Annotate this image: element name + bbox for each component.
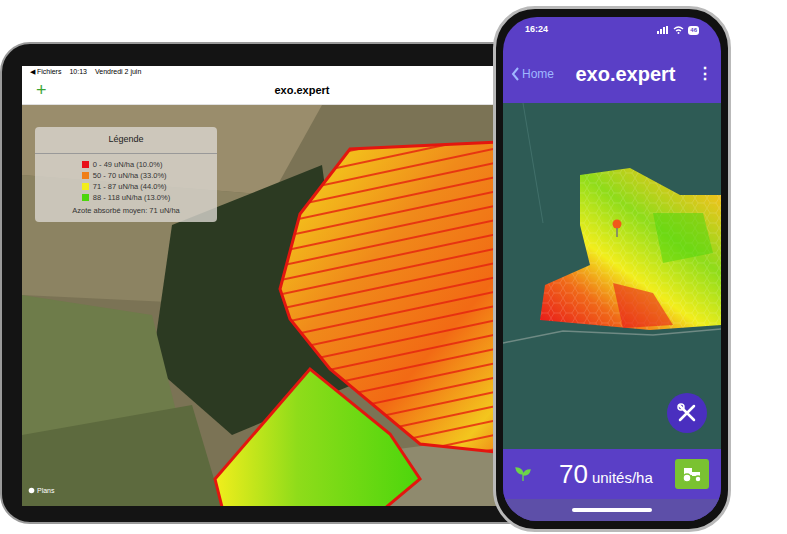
signal-icon	[657, 26, 669, 34]
wifi-icon	[673, 26, 684, 34]
legend-items: 0 - 49 uN/ha (10.0%)50 - 70 uN/ha (33.0%…	[82, 160, 170, 203]
legend-list: 0 - 49 uN/ha (10.0%)50 - 70 uN/ha (33.0%…	[35, 154, 217, 222]
phone-screen: 16:24 46 Home exo.expert ⋮	[503, 17, 721, 521]
legend-label: 88 - 118 uN/ha (13.0%)	[93, 193, 170, 203]
tractor-button[interactable]	[675, 459, 709, 489]
hex-map-icon	[503, 103, 721, 443]
phone-status-bar: 16:24 46	[503, 17, 721, 43]
phone-nav-bar: Home exo.expert ⋮	[503, 43, 721, 103]
tractor-icon	[680, 465, 704, 483]
page: ◀ Fichiers 10:13 Vendredi 2 juin + exo.e…	[0, 0, 787, 534]
legend-swatch	[82, 194, 89, 201]
phone-title: exo.expert	[575, 59, 675, 89]
apple-icon	[28, 487, 35, 494]
status-date: Vendredi 2 juin	[95, 66, 141, 77]
dose-unit: unités/ha	[592, 467, 653, 490]
dose-number: 70	[559, 455, 588, 494]
leaf-icon	[515, 467, 531, 481]
home-link[interactable]: Home	[511, 65, 554, 83]
legend-item: 88 - 118 uN/ha (13.0%)	[82, 193, 170, 203]
legend-title: Légende	[35, 127, 217, 154]
legend-swatch	[82, 161, 89, 168]
legend-panel: Légende 0 - 49 uN/ha (10.0%)50 - 70 uN/h…	[35, 127, 217, 222]
menu-button[interactable]: ⋮	[697, 62, 713, 86]
legend-average: Azote absorbé moyen: 71 uN/ha	[72, 205, 180, 216]
legend-item: 50 - 70 uN/ha (33.0%)	[82, 171, 170, 181]
legend-swatch	[82, 183, 89, 190]
map-pin-icon[interactable]	[611, 219, 623, 237]
legend-item: 0 - 49 uN/ha (10.0%)	[82, 160, 170, 170]
tools-button[interactable]	[667, 393, 707, 433]
chevron-left-icon	[511, 67, 520, 81]
tools-icon	[676, 402, 698, 424]
status-time: 10:13	[69, 66, 87, 77]
attribution-text: Plans	[37, 486, 55, 497]
legend-label: 50 - 70 uN/ha (33.0%)	[93, 171, 167, 181]
map-attribution: Plans	[28, 486, 55, 497]
legend-swatch	[82, 172, 89, 179]
home-indicator	[572, 508, 652, 512]
dose-bar: 70 unités/ha	[503, 449, 721, 499]
legend-item: 71 - 87 uN/ha (44.0%)	[82, 182, 170, 192]
battery-level: 46	[688, 26, 699, 35]
home-indicator-area	[503, 499, 721, 521]
legend-label: 71 - 87 uN/ha (44.0%)	[93, 182, 167, 192]
dose-value: 70 unités/ha	[559, 455, 653, 494]
phone-time: 16:24	[525, 23, 548, 37]
legend-label: 0 - 49 uN/ha (10.0%)	[93, 160, 163, 170]
status-icons: 46	[657, 26, 699, 35]
phone-frame: 16:24 46 Home exo.expert ⋮	[493, 6, 731, 532]
home-label: Home	[522, 65, 554, 83]
back-link[interactable]: ◀ Fichiers	[30, 66, 61, 77]
add-button[interactable]: +	[36, 79, 47, 101]
tablet-title: exo.expert	[274, 82, 329, 99]
phone-map[interactable]	[503, 103, 721, 449]
